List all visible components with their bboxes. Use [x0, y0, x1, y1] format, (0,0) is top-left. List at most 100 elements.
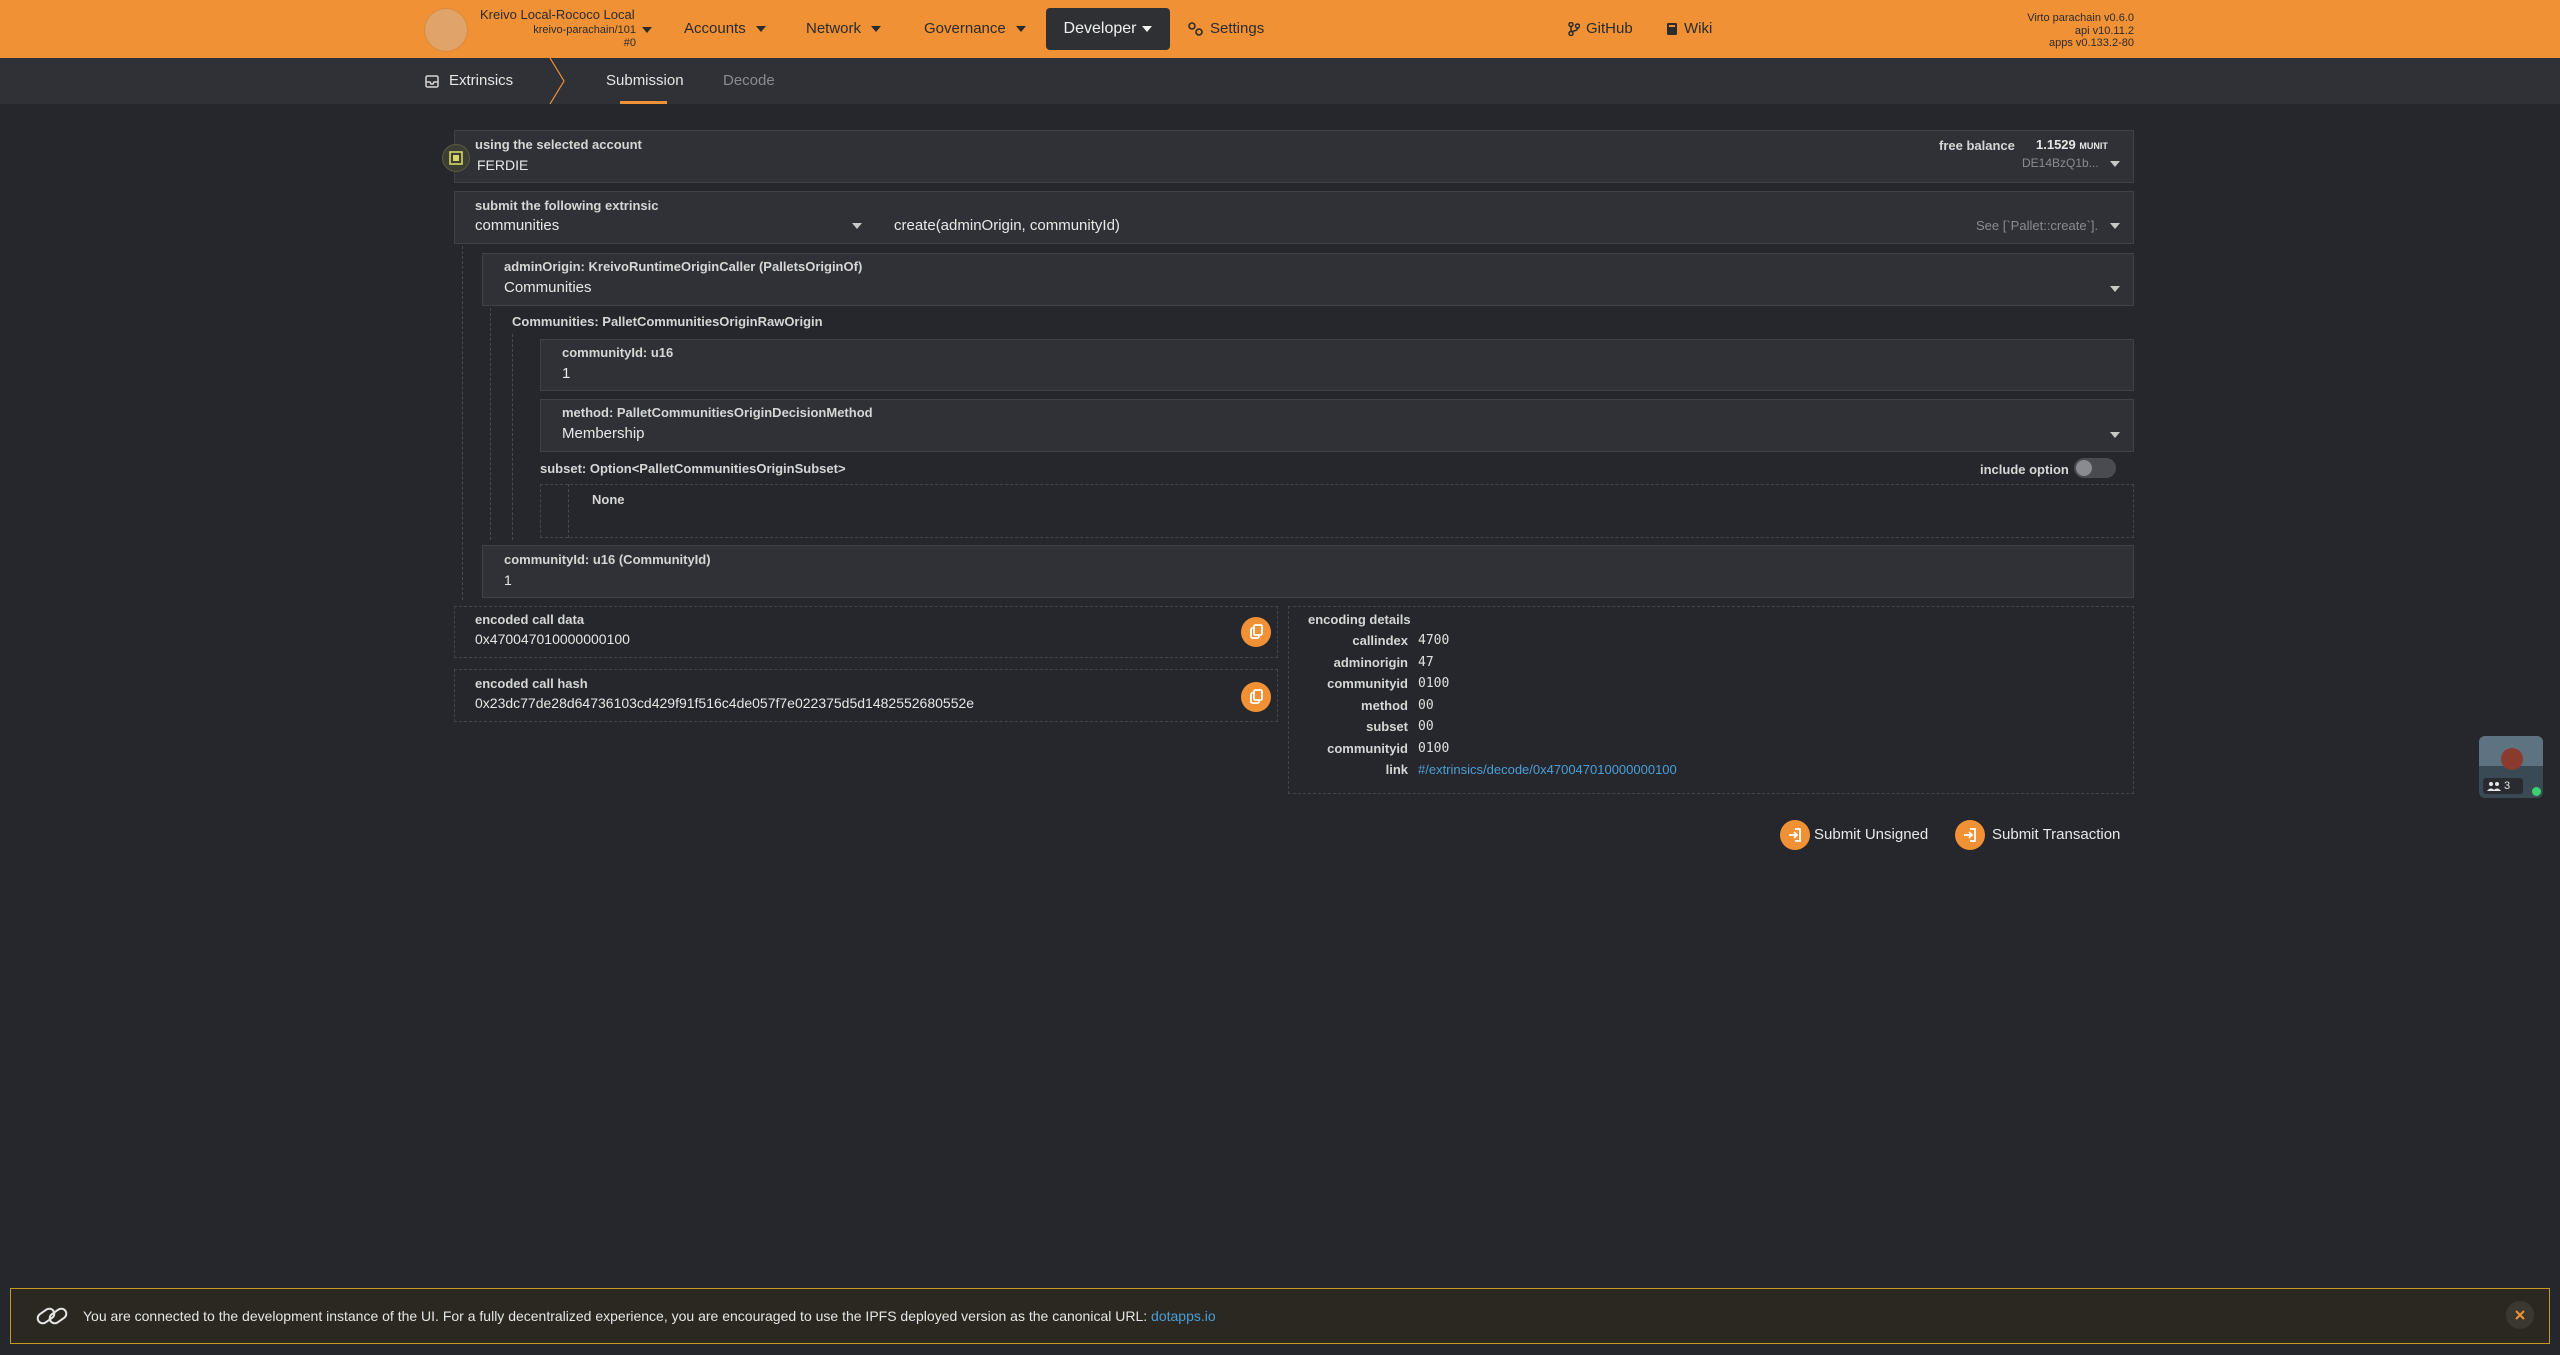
- online-indicator: [2532, 787, 2541, 796]
- chain-logo[interactable]: [424, 8, 468, 52]
- detail-key: adminorigin: [1333, 655, 1408, 670]
- method-value: Membership: [562, 425, 645, 442]
- section-title: Extrinsics: [449, 72, 514, 89]
- encoded-call-hash-value[interactable]: 0x23dc77de28d64736103cd429f91f516c4de057…: [475, 695, 974, 711]
- detail-key: subset: [1366, 719, 1408, 734]
- encoded-call-data-label: encoded call data: [475, 612, 585, 627]
- development-notice: You are connected to the development ins…: [10, 1288, 2550, 1344]
- settings-icon: [1188, 22, 1203, 36]
- nav-network[interactable]: Network: [806, 0, 882, 58]
- params-guide: [462, 246, 463, 600]
- node-version: Virto parachain v0.6.0: [2027, 12, 2134, 24]
- chevron-down-icon: [1015, 26, 1026, 33]
- chevron-down-icon: [2110, 286, 2120, 292]
- chain-name[interactable]: Kreivo Local-Rococo Local: [480, 7, 635, 22]
- top-navigation-bar: [0, 0, 2560, 58]
- method-label: method: PalletCommunitiesOriginDecisionM…: [562, 405, 873, 420]
- submit-unsigned-label: Submit Unsigned: [1814, 826, 1929, 843]
- peers-badge: 3: [2483, 778, 2523, 794]
- peers-avatar[interactable]: 3: [2479, 736, 2543, 798]
- submit-unsigned-icon-wrap: [1780, 820, 1810, 850]
- chevron-down-icon: [755, 26, 766, 33]
- subset-label: subset: Option<PalletCommunitiesOriginSu…: [540, 461, 846, 476]
- nav-network-label: Network: [806, 20, 862, 37]
- nav-github[interactable]: GitHub: [1568, 0, 1633, 58]
- account-identicon: [442, 144, 470, 172]
- version-info: Virto parachain v0.6.0 api v10.11.2 apps…: [2027, 12, 2134, 50]
- nav-developer-label: Developer: [1063, 20, 1137, 37]
- detail-key: communityid: [1327, 741, 1408, 756]
- block-number: #0: [623, 37, 636, 49]
- copy-icon: [1250, 689, 1263, 704]
- origin-guide: [490, 308, 491, 540]
- chevron-down-icon: [852, 223, 862, 229]
- account-selector[interactable]: [454, 130, 2134, 183]
- extrinsic-label: submit the following extrinsic: [475, 198, 659, 213]
- encoded-call-data-value[interactable]: 0x470047010000000100: [475, 631, 630, 647]
- wiki-icon: [1667, 23, 1677, 36]
- sub-navigation-bar: [0, 58, 2560, 104]
- close-icon: [2515, 1310, 2525, 1320]
- submit-transaction-icon-wrap: [1955, 820, 1985, 850]
- chevron-down-icon: [2110, 223, 2120, 229]
- nav-github-label: GitHub: [1586, 20, 1633, 37]
- detail-value: 00: [1418, 698, 1434, 713]
- community-id-field[interactable]: [482, 545, 2134, 598]
- free-balance-value: 1.1529: [2036, 137, 2076, 152]
- encoding-details-title: encoding details: [1308, 612, 1411, 627]
- community-id-inner-value: 1: [562, 365, 571, 382]
- close-notice-button[interactable]: [2506, 1301, 2534, 1329]
- copy-call-hash-button[interactable]: [1241, 682, 1271, 712]
- community-id-value: 1: [504, 572, 512, 588]
- nav-accounts[interactable]: Accounts: [684, 0, 766, 58]
- communities-origin-label: Communities: PalletCommunitiesOriginRawO…: [512, 314, 823, 329]
- nav-wiki[interactable]: Wiki: [1666, 0, 1712, 58]
- copy-icon: [1250, 624, 1263, 639]
- nav-governance-label: Governance: [924, 20, 1006, 37]
- chain-selector[interactable]: kreivo-parachain/101: [480, 24, 652, 36]
- detail-key: method: [1361, 698, 1408, 713]
- encoding-details-panel: [1288, 606, 2134, 794]
- tab-submission[interactable]: Submission: [606, 58, 684, 104]
- community-id-inner-label: communityId: u16: [562, 345, 674, 360]
- nav-settings[interactable]: Settings: [1188, 0, 1264, 58]
- peers-count: 3: [2504, 780, 2511, 792]
- section-extrinsics[interactable]: Extrinsics: [425, 58, 513, 104]
- notice-message: You are connected to the development ins…: [83, 1308, 1216, 1324]
- include-option-label: include option: [1980, 462, 2069, 477]
- notice-text: You are connected to the development ins…: [83, 1308, 1148, 1324]
- copy-call-data-button[interactable]: [1241, 617, 1271, 647]
- submit-transaction-label: Submit Transaction: [1992, 826, 2121, 843]
- chevron-down-icon: [1142, 25, 1153, 32]
- account-name: FERDIE: [477, 157, 529, 173]
- notice-link[interactable]: dotapps.io: [1151, 1308, 1216, 1324]
- pallet-dropdown[interactable]: communities: [472, 214, 868, 238]
- submit-icon: [1964, 828, 1976, 842]
- detail-value: 00: [1418, 719, 1434, 734]
- chevron-down-icon: [2110, 161, 2120, 167]
- subset-container: [540, 484, 2134, 538]
- decode-link[interactable]: #/extrinsics/decode/0x470047010000000100: [1418, 762, 1677, 777]
- apps-version: apps v0.133.2-80: [2048, 37, 2134, 49]
- identicon-icon: [449, 151, 463, 165]
- submit-icon: [1789, 828, 1801, 842]
- nav-developer[interactable]: Developer: [1046, 8, 1170, 50]
- community-id-inner-field[interactable]: [540, 339, 2134, 391]
- tab-decode[interactable]: Decode: [723, 58, 775, 104]
- subset-value: None: [592, 492, 625, 507]
- detail-value: 0100: [1418, 741, 1450, 756]
- include-option-toggle[interactable]: [2074, 458, 2116, 478]
- encoded-call-hash-label: encoded call hash: [475, 676, 588, 691]
- detail-value: 4700: [1418, 633, 1450, 648]
- detail-value: 0100: [1418, 676, 1450, 691]
- call-value: create(adminOrigin, communityId): [894, 217, 1120, 234]
- free-balance: 1.1529 MUNIT: [2036, 137, 2108, 152]
- call-dropdown[interactable]: create(adminOrigin, communityId) See [`P…: [890, 214, 2126, 238]
- avatar-face: [2501, 748, 2523, 770]
- communities-guide: [512, 334, 513, 540]
- detail-key: communityid: [1327, 676, 1408, 691]
- nav-governance[interactable]: Governance: [924, 0, 1026, 58]
- active-tab-indicator: [620, 101, 667, 104]
- detail-value: 47: [1418, 655, 1434, 670]
- nav-settings-label: Settings: [1210, 20, 1265, 37]
